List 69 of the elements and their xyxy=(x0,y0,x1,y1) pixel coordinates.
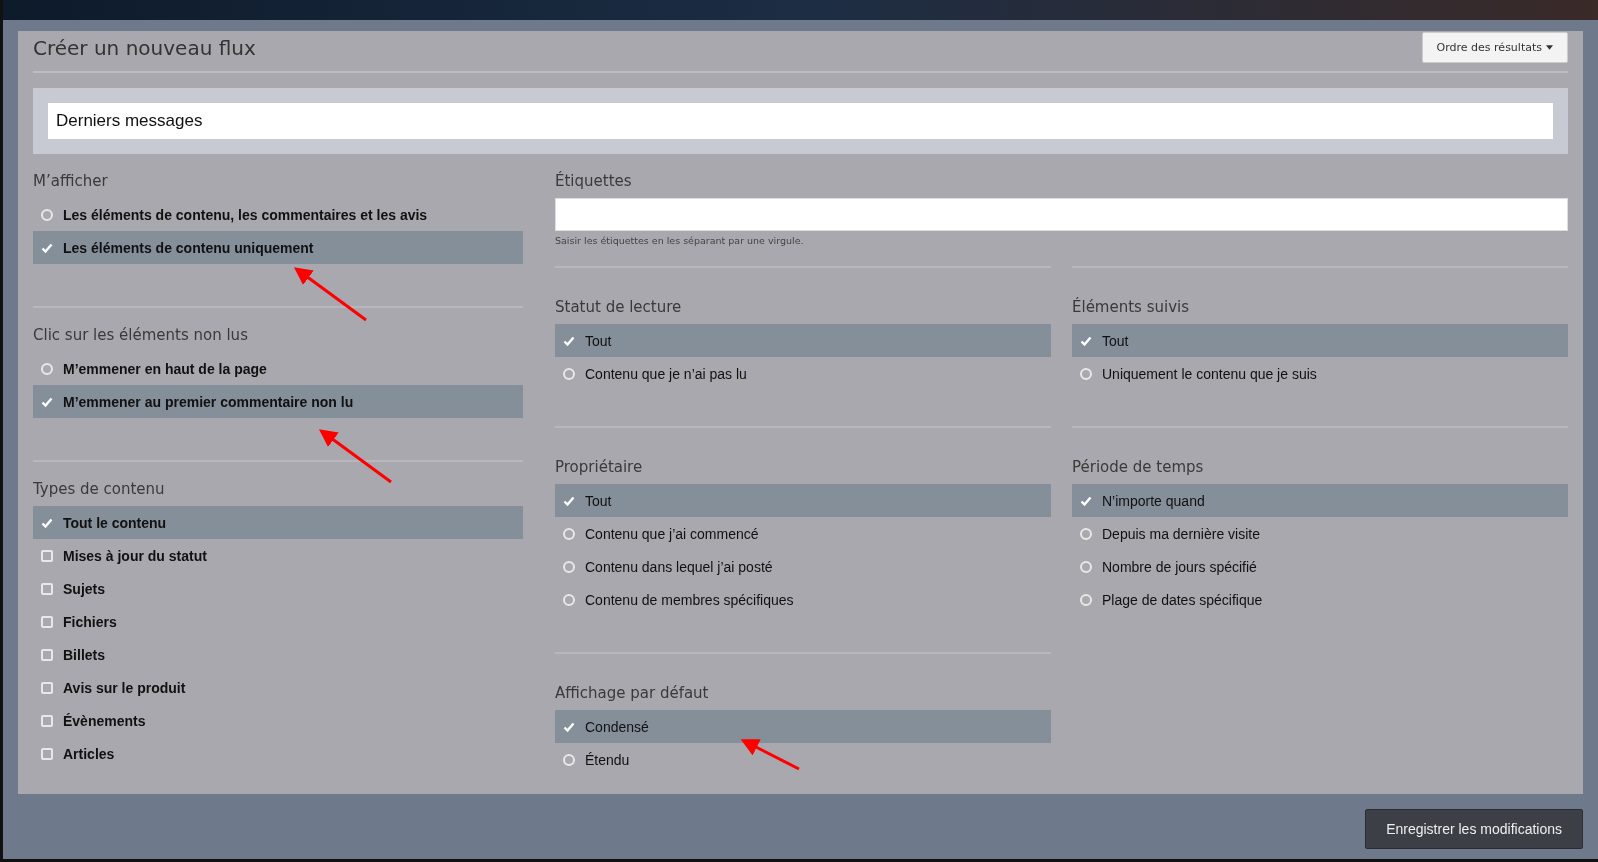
option-row[interactable]: Tout xyxy=(555,484,1051,517)
sort-dropdown-button[interactable]: Ordre des résultats xyxy=(1421,32,1568,63)
radio-button[interactable] xyxy=(1080,527,1092,540)
section-heading: Période de temps xyxy=(1072,458,1205,476)
option-row[interactable]: Les éléments de contenu, les commentaires et les avis xyxy=(33,198,523,231)
radio-button[interactable] xyxy=(1080,367,1092,380)
radio-button[interactable] xyxy=(563,753,575,766)
option-row[interactable]: N’importe quand xyxy=(1072,484,1568,517)
checkbox[interactable] xyxy=(41,747,53,760)
check-icon xyxy=(41,241,53,254)
section-heading: Étiquettes xyxy=(555,172,633,190)
check-icon xyxy=(41,516,53,529)
section-heading: M’afficher xyxy=(33,172,109,190)
checkbox[interactable] xyxy=(41,648,53,661)
section-heading: Clic sur les éléments non lus xyxy=(33,326,249,344)
radio-button[interactable] xyxy=(563,527,575,540)
field-hint: Saisir les étiquettes en les séparant par une virgule. xyxy=(555,235,805,246)
option-row[interactable]: Évènements xyxy=(33,704,523,737)
radio-button[interactable] xyxy=(563,560,575,573)
tags-field[interactable] xyxy=(555,198,1568,231)
option-row[interactable]: Billets xyxy=(33,638,523,671)
checkbox[interactable] xyxy=(41,714,53,727)
check-icon xyxy=(563,494,575,507)
option-row[interactable]: Tout xyxy=(1072,324,1568,357)
option-row[interactable]: Articles xyxy=(33,737,523,770)
radio-button[interactable] xyxy=(563,367,575,380)
option-row[interactable]: M’emmener en haut de la page xyxy=(33,352,523,385)
checkbox[interactable] xyxy=(41,582,53,595)
radio-button[interactable] xyxy=(41,208,53,221)
radio-button[interactable] xyxy=(41,362,53,375)
option-row[interactable]: Uniquement le contenu que je suis xyxy=(1072,357,1568,390)
option-row[interactable]: Sujets xyxy=(33,572,523,605)
annotation-arrow xyxy=(740,739,800,771)
checkbox[interactable] xyxy=(41,549,53,562)
option-row[interactable]: Tout xyxy=(555,324,1051,357)
option-row[interactable]: Contenu que j’ai commencé xyxy=(555,517,1051,550)
option-row[interactable]: M’emmener au premier commentaire non lu xyxy=(33,385,523,418)
option-row[interactable]: Les éléments de contenu uniquement xyxy=(33,231,523,264)
radio-button[interactable] xyxy=(1080,560,1092,573)
section-heading: Éléments suivis xyxy=(1072,298,1191,316)
option-row[interactable]: Contenu de membres spécifiques xyxy=(555,583,1051,616)
option-row[interactable]: Contenu que je n’ai pas lu xyxy=(555,357,1051,390)
caret-icon xyxy=(1546,45,1553,50)
check-icon xyxy=(1080,494,1092,507)
option-row[interactable]: Condensé xyxy=(555,710,1051,743)
check-icon xyxy=(563,720,575,733)
option-row[interactable]: Mises à jour du statut xyxy=(33,539,523,572)
option-row[interactable]: Contenu dans lequel j’ai posté xyxy=(555,550,1051,583)
section-heading: Types de contenu xyxy=(33,480,166,498)
option-row[interactable]: Plage de dates spécifique xyxy=(1072,583,1568,616)
option-row[interactable]: Depuis ma dernière visite xyxy=(1072,517,1568,550)
radio-button[interactable] xyxy=(563,593,575,606)
page-title: Créer un nouveau flux xyxy=(33,35,256,60)
option-row[interactable]: Avis sur le produit xyxy=(33,671,523,704)
checkbox[interactable] xyxy=(41,681,53,694)
check-icon xyxy=(563,334,575,347)
check-icon xyxy=(41,395,53,408)
section-heading: Statut de lecture xyxy=(555,298,683,316)
check-icon xyxy=(1080,334,1092,347)
save-button[interactable]: Enregistrer les modifications xyxy=(1365,809,1583,849)
checkbox[interactable] xyxy=(41,615,53,628)
option-row[interactable]: Tout le contenu xyxy=(33,506,523,539)
option-row[interactable]: Fichiers xyxy=(33,605,523,638)
option-row[interactable]: Étendu xyxy=(555,743,1051,776)
option-row[interactable]: Nombre de jours spécifié xyxy=(1072,550,1568,583)
radio-button[interactable] xyxy=(1080,593,1092,606)
section-heading: Affichage par défaut xyxy=(555,684,710,702)
feed-name-field[interactable]: Derniers messages xyxy=(48,103,1553,139)
section-heading: Propriétaire xyxy=(555,458,644,476)
